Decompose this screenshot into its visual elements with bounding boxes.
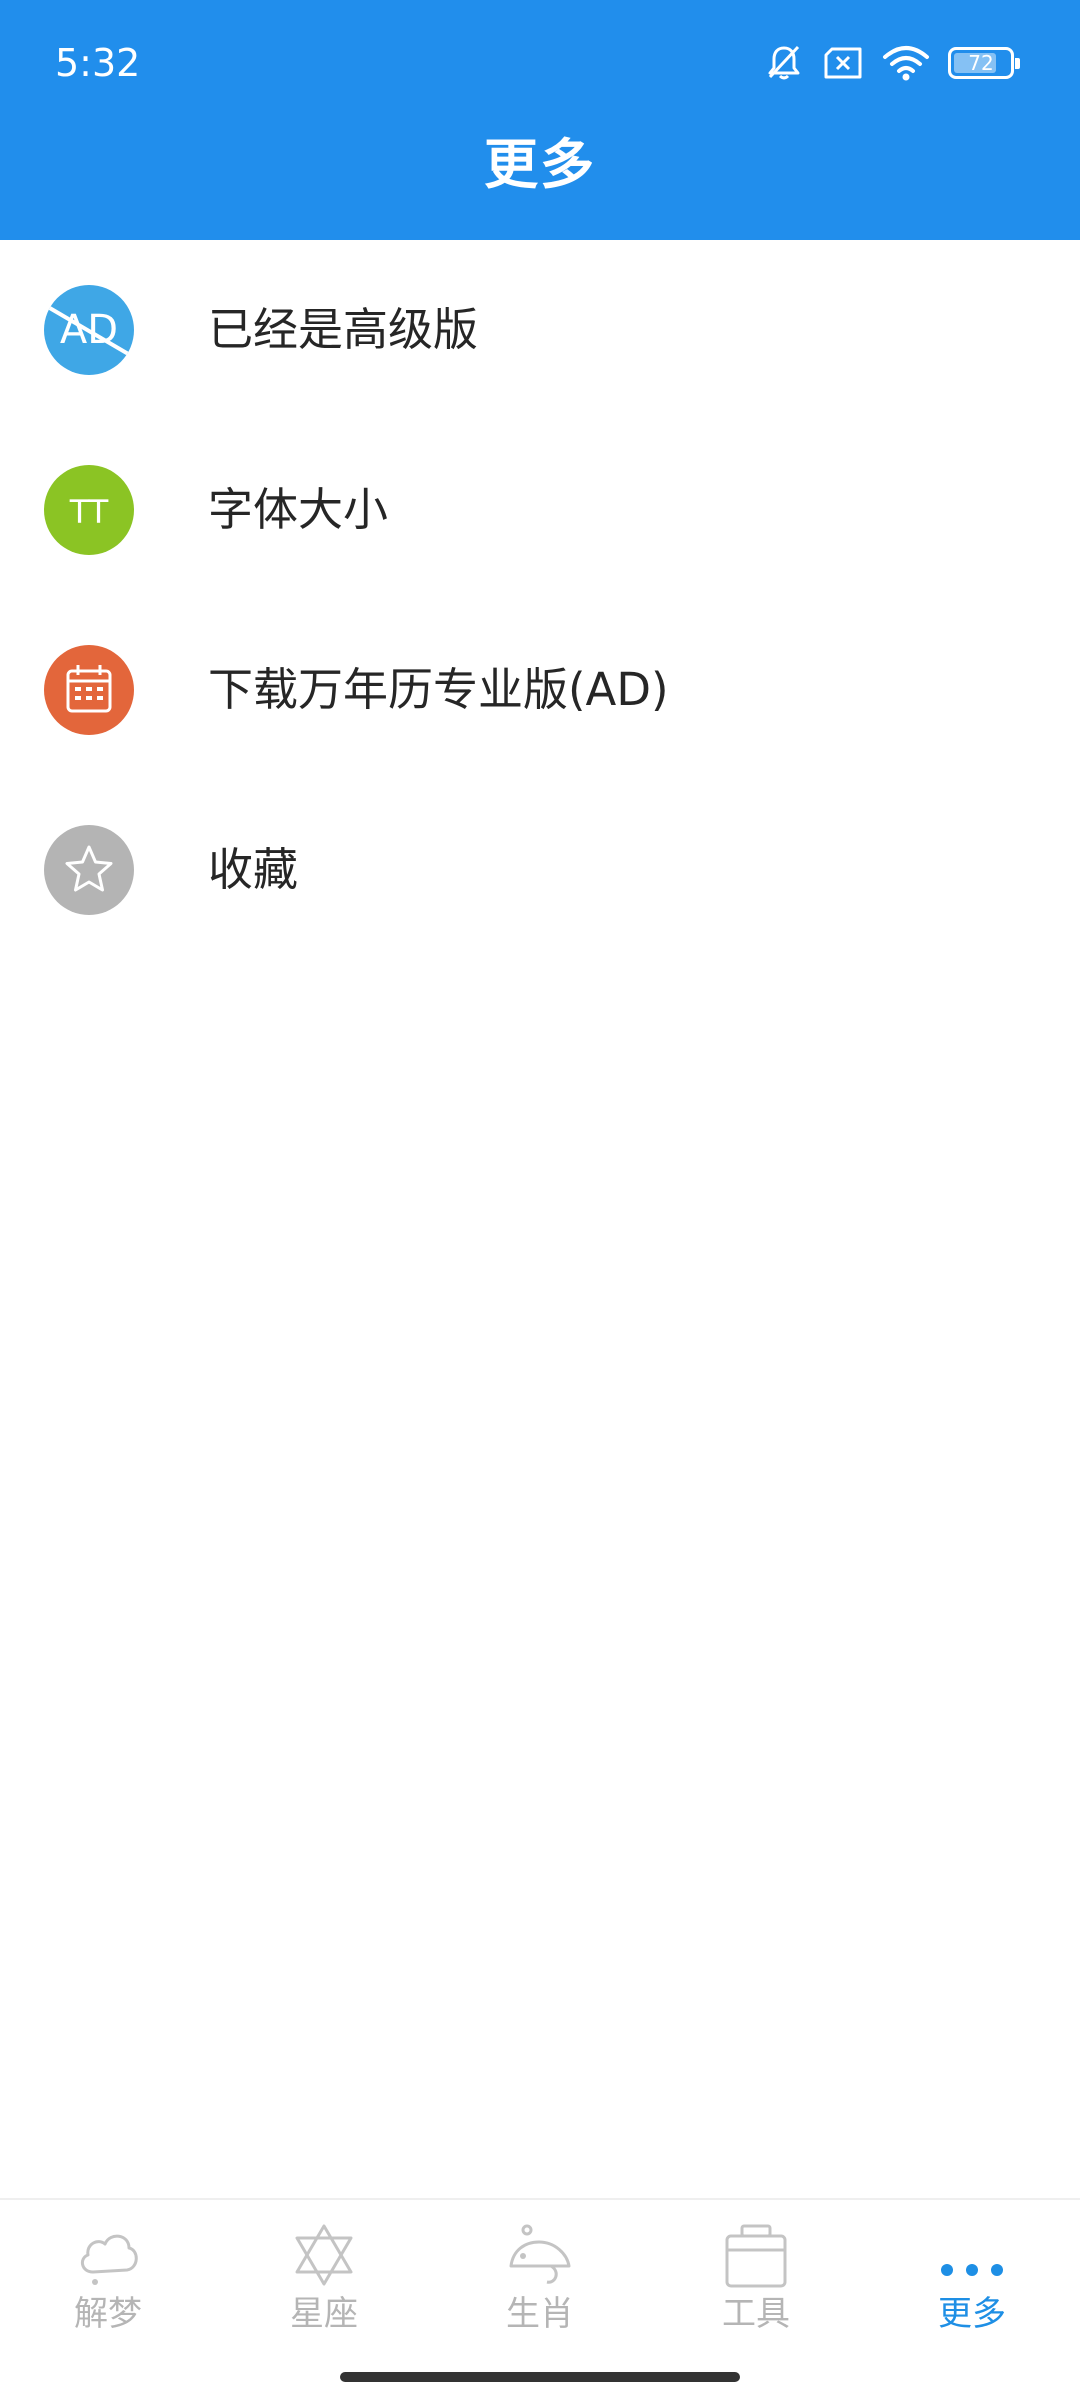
hexagram-icon xyxy=(295,2224,353,2286)
nav-label: 生肖 xyxy=(506,2294,574,2334)
ad-free-icon: AD xyxy=(44,285,134,375)
calendar-icon xyxy=(44,645,134,735)
bottom-nav: 解梦 星座 生肖 工具 更多 xyxy=(0,2198,1080,2400)
nav-label: 星座 xyxy=(290,2294,358,2334)
rat-icon xyxy=(509,2224,571,2284)
home-indicator[interactable] xyxy=(340,2372,740,2382)
nav-label: 解梦 xyxy=(74,2294,142,2334)
status-icons: 72 xyxy=(764,40,1020,86)
nav-label: 工具 xyxy=(722,2294,790,2334)
menu-item-font-size[interactable]: TT 字体大小 xyxy=(0,420,1080,600)
menu-item-premium[interactable]: AD 已经是高级版 xyxy=(0,240,1080,420)
cloud-icon xyxy=(80,2234,138,2285)
menu-item-label: 收藏 xyxy=(208,843,299,896)
font-size-icon: TT xyxy=(44,465,134,555)
battery-level: 72 xyxy=(968,51,994,75)
nav-item-chinese-zodiac[interactable]: 生肖 xyxy=(432,2200,648,2370)
toolbox-icon xyxy=(725,2224,787,2288)
nav-item-more[interactable]: 更多 xyxy=(864,2200,1080,2370)
battery-icon: 72 xyxy=(948,47,1020,79)
page-title: 更多 xyxy=(484,133,596,196)
status-bar: 5:32 72 xyxy=(0,0,1080,126)
nav-item-dream[interactable]: 解梦 xyxy=(0,2200,216,2370)
menu-item-download-calendar[interactable]: 下载万年历专业版(AD) xyxy=(0,600,1080,780)
menu-item-label: 字体大小 xyxy=(208,483,389,536)
menu-item-favorites[interactable]: 收藏 xyxy=(0,780,1080,960)
nav-item-tools[interactable]: 工具 xyxy=(648,2200,864,2370)
menu-item-label: 已经是高级版 xyxy=(208,303,479,356)
wifi-icon xyxy=(883,46,929,81)
status-time: 5:32 xyxy=(55,41,141,85)
menu-list: AD 已经是高级版 TT 字体大小 xyxy=(0,240,1080,960)
nav-item-zodiac[interactable]: 星座 xyxy=(216,2200,432,2370)
app-header: 5:32 72 更多 xyxy=(0,0,1080,240)
nav-label: 更多 xyxy=(938,2294,1006,2334)
more-dots-icon xyxy=(941,2264,1003,2276)
svg-text:TT: TT xyxy=(69,493,109,531)
bell-off-icon xyxy=(768,45,800,80)
star-icon xyxy=(44,825,134,915)
sim-error-icon xyxy=(824,47,862,79)
menu-item-label: 下载万年历专业版(AD) xyxy=(208,663,669,716)
